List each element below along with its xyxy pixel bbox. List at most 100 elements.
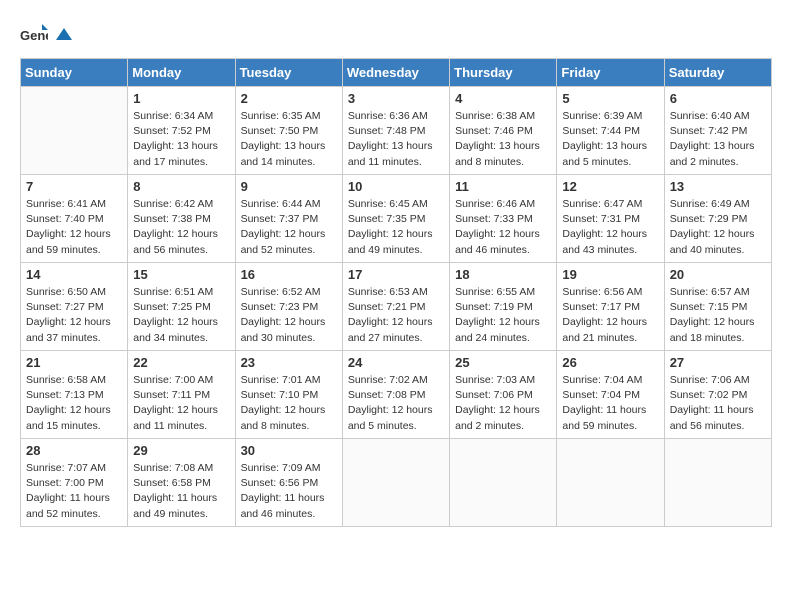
day-info: Sunrise: 6:36 AMSunset: 7:48 PMDaylight:… [348, 109, 444, 170]
day-info: Sunrise: 7:07 AMSunset: 7:00 PMDaylight:… [26, 461, 122, 522]
logo: General [20, 20, 74, 48]
calendar-cell [342, 439, 449, 527]
day-info: Sunrise: 6:46 AMSunset: 7:33 PMDaylight:… [455, 197, 551, 258]
day-info: Sunrise: 6:55 AMSunset: 7:19 PMDaylight:… [455, 285, 551, 346]
day-number: 24 [348, 355, 444, 370]
day-info: Sunrise: 6:42 AMSunset: 7:38 PMDaylight:… [133, 197, 229, 258]
calendar-cell: 11 Sunrise: 6:46 AMSunset: 7:33 PMDayligh… [450, 175, 557, 263]
calendar-cell: 18 Sunrise: 6:55 AMSunset: 7:19 PMDayligh… [450, 263, 557, 351]
calendar-cell [21, 87, 128, 175]
calendar-cell: 8 Sunrise: 6:42 AMSunset: 7:38 PMDaylight… [128, 175, 235, 263]
day-number: 21 [26, 355, 122, 370]
day-info: Sunrise: 7:01 AMSunset: 7:10 PMDaylight:… [241, 373, 337, 434]
day-info: Sunrise: 7:00 AMSunset: 7:11 PMDaylight:… [133, 373, 229, 434]
calendar-cell: 3 Sunrise: 6:36 AMSunset: 7:48 PMDaylight… [342, 87, 449, 175]
day-info: Sunrise: 7:08 AMSunset: 6:58 PMDaylight:… [133, 461, 229, 522]
day-number: 7 [26, 179, 122, 194]
calendar-cell: 29 Sunrise: 7:08 AMSunset: 6:58 PMDayligh… [128, 439, 235, 527]
calendar-header-row: SundayMondayTuesdayWednesdayThursdayFrid… [21, 59, 772, 87]
calendar-cell: 20 Sunrise: 6:57 AMSunset: 7:15 PMDayligh… [664, 263, 771, 351]
day-number: 12 [562, 179, 658, 194]
day-number: 25 [455, 355, 551, 370]
day-number: 5 [562, 91, 658, 106]
day-info: Sunrise: 7:03 AMSunset: 7:06 PMDaylight:… [455, 373, 551, 434]
day-info: Sunrise: 6:39 AMSunset: 7:44 PMDaylight:… [562, 109, 658, 170]
calendar-cell: 6 Sunrise: 6:40 AMSunset: 7:42 PMDaylight… [664, 87, 771, 175]
day-number: 10 [348, 179, 444, 194]
calendar-cell: 14 Sunrise: 6:50 AMSunset: 7:27 PMDayligh… [21, 263, 128, 351]
day-info: Sunrise: 6:58 AMSunset: 7:13 PMDaylight:… [26, 373, 122, 434]
calendar-cell: 2 Sunrise: 6:35 AMSunset: 7:50 PMDaylight… [235, 87, 342, 175]
calendar-cell: 25 Sunrise: 7:03 AMSunset: 7:06 PMDayligh… [450, 351, 557, 439]
header-friday: Friday [557, 59, 664, 87]
calendar-cell [450, 439, 557, 527]
day-info: Sunrise: 6:57 AMSunset: 7:15 PMDaylight:… [670, 285, 766, 346]
day-number: 8 [133, 179, 229, 194]
day-number: 11 [455, 179, 551, 194]
calendar-cell: 21 Sunrise: 6:58 AMSunset: 7:13 PMDayligh… [21, 351, 128, 439]
calendar-cell: 24 Sunrise: 7:02 AMSunset: 7:08 PMDayligh… [342, 351, 449, 439]
day-info: Sunrise: 6:50 AMSunset: 7:27 PMDaylight:… [26, 285, 122, 346]
calendar-week-row: 1Sunrise: 6:34 AMSunset: 7:52 PMDaylight… [21, 87, 772, 175]
header-sunday: Sunday [21, 59, 128, 87]
day-number: 30 [241, 443, 337, 458]
calendar-cell [664, 439, 771, 527]
svg-text:General: General [20, 28, 48, 43]
calendar-cell: 22 Sunrise: 7:00 AMSunset: 7:11 PMDayligh… [128, 351, 235, 439]
calendar-cell: 13 Sunrise: 6:49 AMSunset: 7:29 PMDayligh… [664, 175, 771, 263]
day-number: 2 [241, 91, 337, 106]
day-info: Sunrise: 6:44 AMSunset: 7:37 PMDaylight:… [241, 197, 337, 258]
day-number: 4 [455, 91, 551, 106]
page-header: General [20, 20, 772, 48]
day-info: Sunrise: 6:35 AMSunset: 7:50 PMDaylight:… [241, 109, 337, 170]
calendar-cell [557, 439, 664, 527]
day-number: 3 [348, 91, 444, 106]
calendar-cell: 4 Sunrise: 6:38 AMSunset: 7:46 PMDaylight… [450, 87, 557, 175]
day-info: Sunrise: 6:56 AMSunset: 7:17 PMDaylight:… [562, 285, 658, 346]
calendar-cell: 10 Sunrise: 6:45 AMSunset: 7:35 PMDayligh… [342, 175, 449, 263]
day-number: 27 [670, 355, 766, 370]
day-info: Sunrise: 7:04 AMSunset: 7:04 PMDaylight:… [562, 373, 658, 434]
calendar-cell: 9Sunrise: 6:44 AMSunset: 7:37 PMDaylight… [235, 175, 342, 263]
day-number: 26 [562, 355, 658, 370]
calendar-cell: 23 Sunrise: 7:01 AMSunset: 7:10 PMDayligh… [235, 351, 342, 439]
day-info: Sunrise: 6:40 AMSunset: 7:42 PMDaylight:… [670, 109, 766, 170]
calendar-cell: 19Sunrise: 6:56 AMSunset: 7:17 PMDayligh… [557, 263, 664, 351]
header-thursday: Thursday [450, 59, 557, 87]
day-info: Sunrise: 6:45 AMSunset: 7:35 PMDaylight:… [348, 197, 444, 258]
calendar-cell: 7 Sunrise: 6:41 AMSunset: 7:40 PMDaylight… [21, 175, 128, 263]
calendar-cell: 30 Sunrise: 7:09 AMSunset: 6:56 PMDayligh… [235, 439, 342, 527]
day-number: 18 [455, 267, 551, 282]
day-number: 6 [670, 91, 766, 106]
calendar-week-row: 14 Sunrise: 6:50 AMSunset: 7:27 PMDayligh… [21, 263, 772, 351]
day-number: 22 [133, 355, 229, 370]
calendar-table: SundayMondayTuesdayWednesdayThursdayFrid… [20, 58, 772, 527]
calendar-cell: 15Sunrise: 6:51 AMSunset: 7:25 PMDayligh… [128, 263, 235, 351]
day-info: Sunrise: 6:34 AMSunset: 7:52 PMDaylight:… [133, 109, 229, 170]
day-number: 23 [241, 355, 337, 370]
day-info: Sunrise: 6:52 AMSunset: 7:23 PMDaylight:… [241, 285, 337, 346]
day-info: Sunrise: 6:53 AMSunset: 7:21 PMDaylight:… [348, 285, 444, 346]
calendar-cell: 1Sunrise: 6:34 AMSunset: 7:52 PMDaylight… [128, 87, 235, 175]
day-number: 16 [241, 267, 337, 282]
calendar-week-row: 21 Sunrise: 6:58 AMSunset: 7:13 PMDayligh… [21, 351, 772, 439]
calendar-cell: 17 Sunrise: 6:53 AMSunset: 7:21 PMDayligh… [342, 263, 449, 351]
day-info: Sunrise: 6:38 AMSunset: 7:46 PMDaylight:… [455, 109, 551, 170]
day-info: Sunrise: 7:02 AMSunset: 7:08 PMDaylight:… [348, 373, 444, 434]
day-number: 14 [26, 267, 122, 282]
day-info: Sunrise: 7:09 AMSunset: 6:56 PMDaylight:… [241, 461, 337, 522]
calendar-cell: 12Sunrise: 6:47 AMSunset: 7:31 PMDayligh… [557, 175, 664, 263]
day-number: 29 [133, 443, 229, 458]
calendar-cell: 26 Sunrise: 7:04 AMSunset: 7:04 PMDayligh… [557, 351, 664, 439]
calendar-cell: 28Sunrise: 7:07 AMSunset: 7:00 PMDayligh… [21, 439, 128, 527]
header-saturday: Saturday [664, 59, 771, 87]
day-number: 17 [348, 267, 444, 282]
day-info: Sunrise: 7:06 AMSunset: 7:02 PMDaylight:… [670, 373, 766, 434]
day-info: Sunrise: 6:49 AMSunset: 7:29 PMDaylight:… [670, 197, 766, 258]
day-number: 20 [670, 267, 766, 282]
calendar-cell: 27 Sunrise: 7:06 AMSunset: 7:02 PMDayligh… [664, 351, 771, 439]
calendar-week-row: 7 Sunrise: 6:41 AMSunset: 7:40 PMDaylight… [21, 175, 772, 263]
day-number: 15 [133, 267, 229, 282]
day-info: Sunrise: 6:41 AMSunset: 7:40 PMDaylight:… [26, 197, 122, 258]
day-number: 13 [670, 179, 766, 194]
